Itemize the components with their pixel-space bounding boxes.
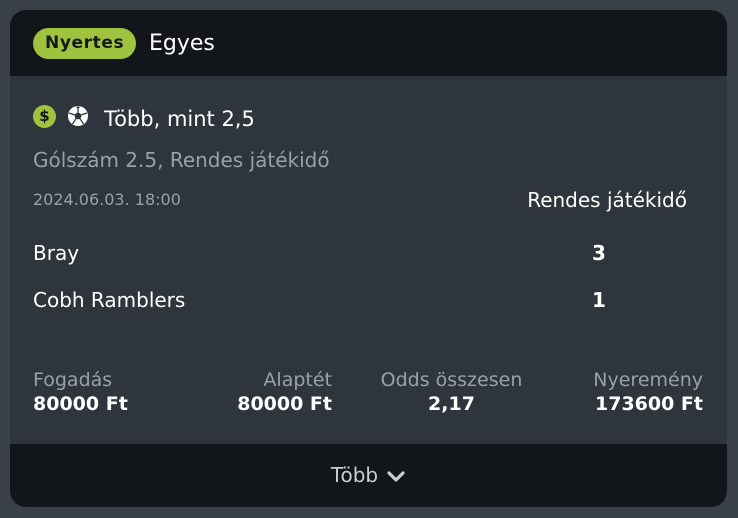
stake-stat: Fogadás 80000 Ft <box>33 368 128 416</box>
total-odds-label: Odds összesen <box>380 369 523 391</box>
winnings-label: Nyeremény <box>593 369 703 391</box>
stake-value: 80000 Ft <box>33 393 128 415</box>
market-description: Gólszám 2.5, Rendes játékidő <box>33 148 330 172</box>
home-team-score: 3 <box>592 241 606 265</box>
match-datetime: 2024.06.03. 18:00 <box>33 190 181 209</box>
winnings-stat: Nyeremény 173600 Ft <box>593 368 703 416</box>
total-odds-stat: Odds összesen 2,17 <box>373 368 530 416</box>
stake-label: Fogadás <box>33 369 113 391</box>
soccer-ball-icon <box>68 106 88 126</box>
bet-card-header: Nyertes Egyes <box>10 10 727 76</box>
base-stake-value: 80000 Ft <box>237 393 332 415</box>
status-badge: Nyertes <box>33 28 137 59</box>
total-odds-value: 2,17 <box>428 393 475 415</box>
bet-card: Nyertes Egyes $ Több, mint 2,5 Gólszám 2… <box>10 10 727 507</box>
home-team-name: Bray <box>33 241 80 265</box>
more-button[interactable]: Több <box>10 444 727 507</box>
dollar-icon: $ <box>33 105 56 128</box>
period-label: Rendes játékidő <box>527 188 687 212</box>
base-stake-stat: Alaptét 80000 Ft <box>237 368 332 416</box>
more-button-label: Több <box>330 463 379 487</box>
bet-type-label: Egyes <box>149 31 215 56</box>
away-team-score: 1 <box>592 288 606 312</box>
away-team-name: Cobh Ramblers <box>33 288 186 312</box>
more-button-content[interactable]: Több <box>10 460 727 490</box>
base-stake-label: Alaptét <box>263 369 332 391</box>
selection-name: Több, mint 2,5 <box>104 107 255 131</box>
chevron-down-icon <box>387 470 405 482</box>
winnings-value: 173600 Ft <box>595 393 703 415</box>
